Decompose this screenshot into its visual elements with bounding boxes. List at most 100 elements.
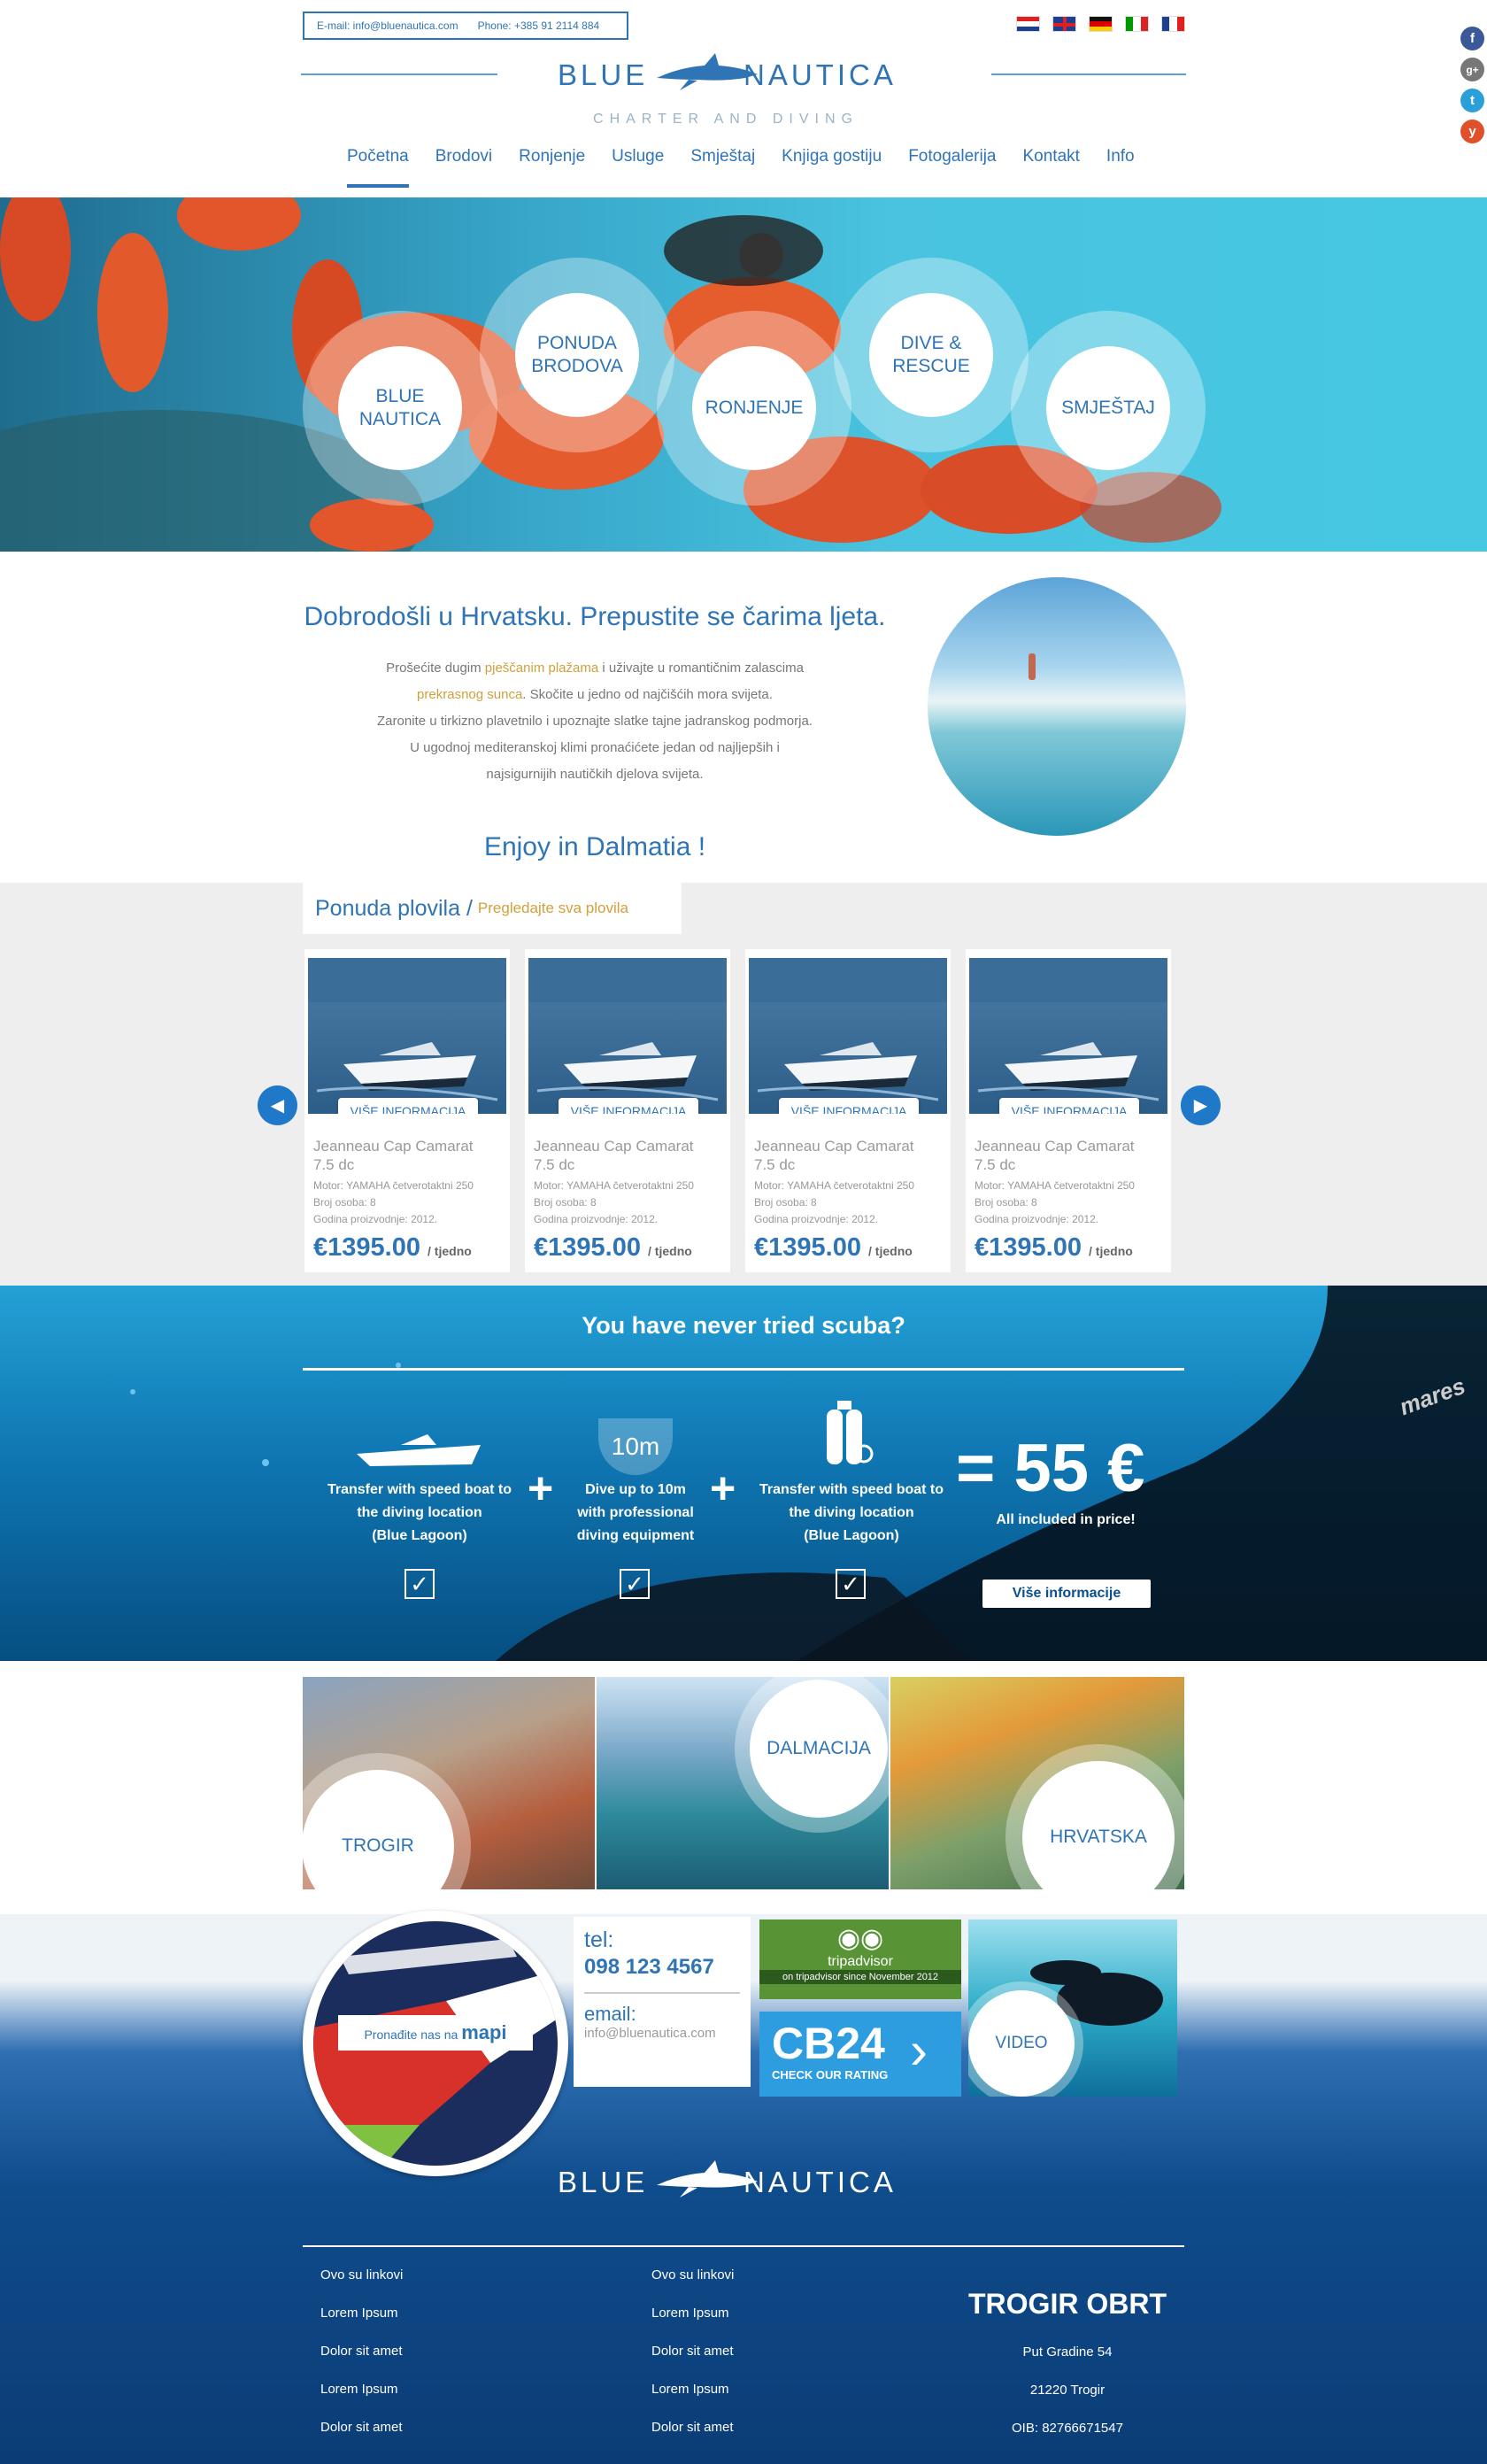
tel-number[interactable]: 098 123 4567 — [584, 1955, 740, 1980]
circle-label: RESCUE — [892, 355, 970, 376]
nav-item-pocetna[interactable]: Početna — [347, 147, 409, 188]
flag-de-icon[interactable] — [1089, 16, 1113, 32]
footer-links-col2: Ovo su linkovi Lorem Ipsum Dolor sit ame… — [651, 2256, 734, 2446]
nav-item-info[interactable]: Info — [1106, 147, 1135, 188]
header-phone[interactable]: Phone: +385 91 2114 884 — [478, 19, 600, 32]
carousel-prev-button[interactable]: ◀ — [258, 1085, 297, 1125]
speedboat-icon — [357, 1434, 481, 1466]
email-address[interactable]: info@bluenautica.com — [584, 2026, 740, 2041]
nav-item-ronjenje[interactable]: Ronjenje — [519, 147, 585, 188]
map-widget[interactable]: Pronađite nas na mapi — [303, 1911, 568, 2176]
circle-label: BLUE — [375, 385, 425, 406]
scuba-price-note: All included in price! — [996, 1512, 1136, 1527]
google-plus-icon[interactable]: g+ — [1460, 58, 1484, 81]
footer-link[interactable]: Lorem Ipsum — [320, 2294, 403, 2332]
hero-circle-smjestaj[interactable]: SMJEŠTAJ — [1011, 311, 1206, 506]
footer-link[interactable]: Dolor sit amet — [320, 2332, 403, 2370]
footer-link[interactable]: Lorem Ipsum — [651, 2294, 734, 2332]
hero-circle-blue-nautica[interactable]: BLUE NAUTICA — [303, 311, 497, 506]
welcome-text-part: . Skočite u jedno od najčišćih mora svij… — [522, 687, 773, 702]
location-tile-hrvatska[interactable]: HRVATSKA — [890, 1677, 1184, 1889]
company-info: TROGIR OBRT Put Gradine 54 21220 Trogir … — [965, 2288, 1170, 2447]
company-name: TROGIR OBRT — [968, 2288, 1167, 2320]
flag-hr-icon[interactable] — [1016, 16, 1040, 32]
footer-link[interactable]: Dolor sit amet — [651, 2408, 734, 2446]
footer-link[interactable]: Lorem Ipsum — [320, 2370, 403, 2408]
more-info-button[interactable]: VIŠE INFORMACIJA — [338, 1098, 478, 1114]
scuba-step-return: Transfer with speed boat to the diving lo… — [744, 1479, 959, 1548]
nav-item-brodovi[interactable]: Brodovi — [435, 147, 492, 188]
footer-logo[interactable]: BLUE NAUTICA — [558, 2160, 929, 2215]
scuba-more-info-button[interactable]: Više informacije — [982, 1580, 1151, 1608]
boat-spec-motor: Motor: YAMAHA četverotaktni 250 — [754, 1179, 914, 1192]
footer-link[interactable]: Dolor sit amet — [651, 2332, 734, 2370]
cb24-badge[interactable]: CB24 CHECK OUR RATING › — [759, 2012, 961, 2097]
tripadvisor-badge[interactable]: ◉◉ tripadvisor on tripadvisor since Nove… — [759, 1919, 961, 1999]
price-period: / tjedno — [868, 1244, 913, 1258]
footer-link[interactable]: Lorem Ipsum — [651, 2370, 734, 2408]
hero-circle-ronjenje[interactable]: RONJENJE — [657, 311, 851, 506]
more-info-button[interactable]: VIŠE INFORMACIJA — [999, 1098, 1139, 1114]
location-tile-dalmacija[interactable]: DALMACIJA — [597, 1677, 889, 1889]
step-text: the diving location — [357, 1505, 482, 1520]
location-tile-trogir[interactable]: TROGIR — [303, 1677, 595, 1889]
boat-model: 7.5 dc — [754, 1156, 796, 1173]
circle-label: DIVE & — [900, 332, 962, 353]
step-text: diving equipment — [576, 1528, 695, 1543]
nav-item-kontakt[interactable]: Kontakt — [1022, 147, 1079, 188]
logo-text-nautica: NAUTICA — [744, 2166, 897, 2198]
contact-divider — [584, 1992, 740, 1994]
facebook-icon[interactable]: f — [1460, 27, 1484, 50]
boat-price: €1395.00 / tjedno — [313, 1233, 501, 1263]
welcome-text-line: U ugodnoj mediteranskoj klimi pronaćićet… — [410, 740, 780, 755]
contact-card: tel: 098 123 4567 email: info@bluenautic… — [574, 1917, 751, 2087]
sun-link[interactable]: prekrasnog sunca — [417, 687, 522, 702]
view-all-boats-link[interactable]: Pregledajte sva plovila — [478, 900, 628, 917]
scuba-divider — [303, 1368, 1184, 1371]
tel-label: tel: — [584, 1927, 614, 1952]
youtube-icon[interactable]: y — [1460, 120, 1484, 143]
boat-name: Jeanneau Cap Camarat — [975, 1138, 1135, 1155]
nav-item-usluge[interactable]: Usluge — [612, 147, 664, 188]
tripadvisor-owl-icon: ◉◉ — [836, 1924, 884, 1953]
footer-link[interactable]: Dolor sit amet — [320, 2408, 403, 2446]
carousel-next-button[interactable]: ▶ — [1181, 1085, 1221, 1125]
boat-name: Jeanneau Cap Camarat — [534, 1138, 694, 1155]
circle-label: NAUTICA — [358, 408, 442, 429]
flag-it-icon[interactable] — [1125, 16, 1149, 32]
twitter-icon[interactable]: t — [1460, 89, 1484, 112]
language-switcher — [1016, 16, 1185, 32]
location-label: HRVATSKA — [1021, 1760, 1175, 1889]
boat-price: €1395.00 / tjedno — [754, 1233, 942, 1263]
scuba-background-image — [130, 1286, 1487, 1661]
logo[interactable]: BLUE NAUTICA — [558, 53, 894, 108]
boat-specs: Motor: YAMAHA četverotaktni 250 Broj osob… — [313, 1178, 501, 1228]
hero-circle-dive-rescue[interactable]: DIVE & RESCUE — [834, 258, 1029, 452]
nav-item-knjiga-gostiju[interactable]: Knjiga gostiju — [782, 147, 882, 188]
price-value: €1395.00 — [313, 1233, 420, 1262]
hero-circle-ponuda-brodova[interactable]: PONUDA BRODOVA — [480, 258, 674, 452]
welcome-text-part: Prošećite dugim — [386, 660, 485, 676]
location-label: TROGIR — [303, 1769, 455, 1889]
footer-link[interactable]: Ovo su linkovi — [651, 2256, 734, 2294]
video-tile[interactable]: VIDEO — [968, 1919, 1177, 2097]
more-info-button[interactable]: VIŠE INFORMACIJA — [559, 1098, 698, 1114]
video-label: VIDEO — [968, 1989, 1075, 2097]
boat-card[interactable]: VIŠE INFORMACIJA Jeanneau Cap Camarat 7.… — [745, 949, 951, 1272]
header-email[interactable]: E-mail: info@bluenautica.com — [317, 19, 458, 32]
footer-link[interactable]: Ovo su linkovi — [320, 2256, 403, 2294]
boat-card[interactable]: VIŠE INFORMACIJA Jeanneau Cap Camarat 7.… — [966, 949, 1171, 1272]
boat-model: 7.5 dc — [975, 1156, 1016, 1173]
nav-item-smjestaj[interactable]: Smještaj — [690, 147, 755, 188]
flag-en-icon[interactable] — [1052, 16, 1076, 32]
scuba-price: = 55 € — [956, 1431, 1145, 1506]
more-info-button[interactable]: VIŠE INFORMACIJA — [779, 1098, 919, 1114]
company-oib: OIB: 82766671547 — [1012, 2421, 1123, 2436]
flag-fr-icon[interactable] — [1161, 16, 1185, 32]
scuba-title: You have never tried scuba? — [582, 1312, 905, 1339]
boat-spec-persons: Broj osoba: 8 — [975, 1196, 1037, 1209]
nav-item-fotogalerija[interactable]: Fotogalerija — [908, 147, 996, 188]
boat-card[interactable]: VIŠE INFORMACIJA Jeanneau Cap Camarat 7.… — [304, 949, 510, 1272]
beaches-link[interactable]: pješčanim plažama — [485, 660, 598, 676]
boat-card[interactable]: VIŠE INFORMACIJA Jeanneau Cap Camarat 7.… — [525, 949, 730, 1272]
